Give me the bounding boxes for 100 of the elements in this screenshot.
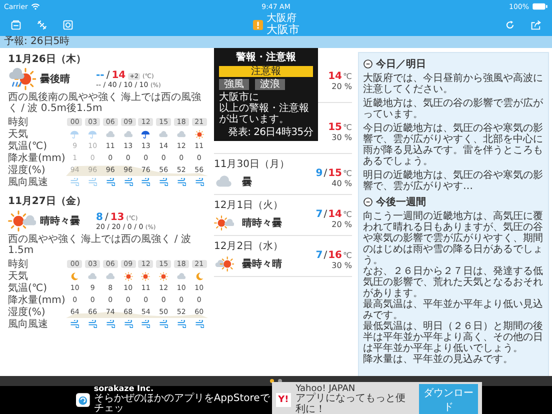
outlook-paragraph: 今日の近畿地方は、気圧の谷や寒気の影響で、雲が広がりやすく、北部を中心に雨が降る見込みです。雷を伴うところもあるでしょう。 [363,123,544,167]
yahoo-banner[interactable]: Y! Yahoo! JAPAN アプリになってもっと便利に！ ダウンロード [272,382,482,414]
weather-text: 晴時々曇 [40,214,81,228]
wind-icon [88,178,98,186]
popup-message: 大阪市に 以上の警報・注意報が出ています。 [219,92,310,125]
day-date: 11月26日（木） [8,52,87,66]
row-label: 降水量(mm) [8,294,66,306]
wind-icon [124,320,133,328]
temp-unit: ℃ [343,72,352,81]
refresh-icon[interactable] [504,18,516,30]
cloud-rain-sun-icon [8,65,36,93]
temp-unit: ℃ [343,210,352,219]
precip-chance: 30 % [332,133,352,142]
banner-text: アプリになってもっと便利に！ [296,394,407,414]
section-heading: 今後一週間 [376,196,426,209]
high-temp: 14 [328,71,342,82]
high-temp: 16 [328,250,342,261]
temp-unit: ℃ [343,123,352,132]
temp-unit: ℃ [343,251,352,260]
yahoo-logo: Y! [276,393,291,407]
outlook-paragraph: なお、２６日から２７日は、発達する低気圧の影響で、荒れた天気となるおそれがあります。 [363,266,544,299]
cloud-icon [176,128,187,140]
wind-icon [159,320,168,328]
high-temp: 15 [328,122,342,133]
low-temp: 9 [316,168,323,179]
issued-time: 発表: 26日4時35分 [227,127,313,138]
outlook-paragraph: 降水量は、平年並の見込みです。 [363,354,514,365]
wind-icon [88,320,98,328]
row-label: 風向風速 [8,176,49,189]
banner-title: Yahoo! JAPAN [296,384,356,394]
weather-text: 曇時々晴 [242,258,282,270]
slash-text: / [324,209,328,220]
wind-icon [194,320,204,328]
wind-icon [141,178,150,186]
outlook-paragraph: 最高気温は、平年並か平年より低い見込みです。 [363,299,544,321]
umbrella-icon [87,128,98,140]
wind-icon [106,320,115,328]
wind-icon [70,178,80,186]
row-label: 時刻 [8,258,29,271]
cloud-icon [104,270,116,282]
temp-unit: ℃ [343,169,352,178]
low-temp: 8 [96,212,103,222]
wind-icon [176,320,186,328]
weather-card-icon[interactable] [10,18,22,30]
warning-icon[interactable] [252,20,262,30]
week-date: 11月30日（月） [214,158,290,170]
high-temp: 14 [328,209,342,220]
row-label: 気温(℃) [8,282,48,294]
weather-text: 晴時々曇 [242,216,282,230]
ad-text: そらかぜのほかのアプリをAppStoreでチェッ [94,394,271,414]
row-label: 気温(℃) [8,140,48,152]
wind-icon [106,178,115,186]
ad-title: sorakaze Inc. [94,385,154,394]
warning-tag: 波浪 [255,79,285,90]
weather-text: 曇 [242,176,252,188]
cloud-icon [122,128,134,140]
high-temp: 15 [328,168,342,179]
umbrella-icon [140,128,152,140]
day-date: 11月27日（金） [8,194,87,208]
wifi-icon [30,3,40,10]
wind-icon [176,178,186,186]
week-date: 12月1日（火） [214,198,284,212]
slash-text: / [106,70,110,80]
wind-icon [194,178,204,186]
weather-text: 曇後晴 [40,72,71,86]
slash-text: / [324,168,328,179]
row-label: 降水量(mm) [8,152,66,164]
outlook-paragraph: 近畿地方は、気圧の谷の影響で雲が広がっています。 [363,98,544,120]
row-label: 時刻 [8,116,29,129]
prefecture-label: 大阪府 [266,14,296,24]
precip-chance: 30 % [332,261,352,270]
warning-tag: 強風 [219,79,249,90]
low-temp: 7 [316,250,323,261]
wind-icon [141,320,150,328]
high-temp: 14 [112,70,126,80]
sun-and-cloud-icon [214,254,234,274]
precip-chance: 40 % [332,179,352,188]
download-button[interactable]: ダウンロード [419,384,478,414]
slash-text: / [104,212,108,222]
outlook-paragraph: 向こう一週間の近畿地方は、高気圧に覆われて晴れる日もありますが、気圧の谷や寒気の影響で雲が広がりやすく、期間のはじめは雨や雪の降る日があるでしょう。 [363,211,544,266]
wind-wave-text: 西の風やや強く 海上では西の風強く / 波 1.5m [8,234,192,256]
precip-chance: 20 % [332,220,352,229]
slash-text: / [324,250,328,261]
target-icon[interactable] [62,18,74,30]
battery-icon [532,3,548,10]
wind-icon [70,320,80,328]
outlook-paragraph: 明日の近畿地方は、気圧の谷や寒気の影響で、雲が広がりやす… [363,170,544,192]
section-heading: 今日／明日 [376,58,426,71]
app-icon[interactable] [76,392,90,408]
precip-chance: 20 % [332,82,352,91]
wind-icon [124,178,133,186]
satellite-icon[interactable] [36,18,48,30]
umbrella-icon [69,128,80,140]
city-title[interactable]: 大阪市 [266,24,300,35]
low-temp: -- [96,70,104,80]
row-label: 天気 [8,128,29,141]
share-icon[interactable] [530,18,542,30]
forecast-time: 予報: 26日5時 [4,36,70,47]
sun-icon [194,128,205,140]
popup-title: 警報・注意報 [235,50,297,64]
